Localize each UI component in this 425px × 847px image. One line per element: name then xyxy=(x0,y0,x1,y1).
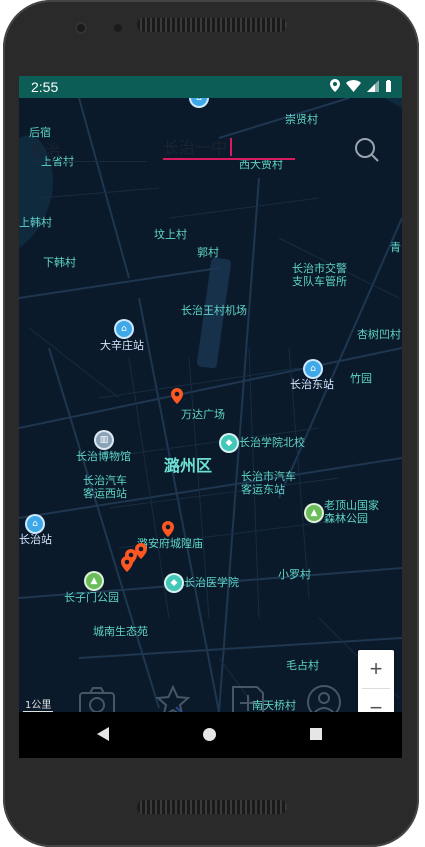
train-station-icon[interactable]: ⌂ xyxy=(27,516,43,532)
add-box-icon xyxy=(232,686,265,712)
star-icon xyxy=(155,685,191,712)
map-label-xueyuan-north: 长治学院北校 xyxy=(239,436,305,449)
map-label-guocun: 郭村 xyxy=(197,246,219,259)
map-label-bus-west: 长治汽车 客运西站 xyxy=(83,474,127,500)
bottom-speaker xyxy=(137,800,287,814)
back-icon[interactable] xyxy=(97,727,109,741)
map-label-medical: 长治医学院 xyxy=(184,576,239,589)
battery-icon xyxy=(386,79,391,92)
signal-icon xyxy=(367,79,379,92)
recent-apps-icon[interactable] xyxy=(310,728,322,740)
train-station-icon[interactable]: ⌂ xyxy=(305,361,321,377)
school-icon[interactable]: ◆ xyxy=(221,435,237,451)
location-pin-icon[interactable] xyxy=(171,388,183,404)
school-icon[interactable]: ◆ xyxy=(166,575,182,591)
tab-add[interactable] xyxy=(228,682,268,712)
search-icon[interactable] xyxy=(353,136,381,164)
map-label-jiaojing: 长治市交警 支队车管所 xyxy=(292,262,347,288)
proximity-sensor xyxy=(114,24,122,32)
front-camera xyxy=(75,22,87,34)
map-label-luzhou: 潞州区 xyxy=(164,456,213,475)
map-label-zhuyuan: 竹园 xyxy=(350,372,372,385)
camera-icon xyxy=(78,687,115,712)
map-label-changzhidong[interactable]: 长治东站 xyxy=(290,378,334,391)
map-label-dashenzhuang[interactable]: 大辛庄站 xyxy=(100,339,144,352)
museum-icon[interactable]: ▥ xyxy=(96,432,112,448)
map-label-xiahancun: 下韩村 xyxy=(43,256,76,269)
location-icon xyxy=(330,79,340,92)
bottom-tab-bar xyxy=(19,682,402,712)
system-nav-bar xyxy=(19,712,402,758)
map-label-changzhi-station[interactable]: 长治站 xyxy=(19,533,52,546)
home-icon[interactable] xyxy=(203,728,216,741)
map-label-donshangcun: 坟上村 xyxy=(154,228,187,241)
map-label-shanghancun: 上韩村 xyxy=(19,216,52,229)
wifi-icon xyxy=(346,79,361,92)
person-icon xyxy=(307,685,342,712)
zoom-control: + − xyxy=(358,650,394,712)
map-label-xingshu: 杏树凹村 xyxy=(357,328,401,341)
zoom-out-button[interactable]: − xyxy=(358,689,394,712)
status-time: 2:55 xyxy=(31,79,59,95)
location-pin-icon[interactable] xyxy=(162,521,174,537)
map-label-airport: 长治王村机场 xyxy=(181,304,247,317)
screen: 2:55 后宿 上省村 崇贤村 西大贾村 上韩村 下韩村 坟上村 郭村 长治市交… xyxy=(19,76,402,758)
tab-profile[interactable] xyxy=(304,682,344,712)
park-icon[interactable]: ▲ xyxy=(306,505,322,521)
map-label-qing: 青 xyxy=(390,241,401,254)
location-pin-icon[interactable] xyxy=(121,556,133,572)
map-label-bus-east: 长治市汽车 客运东站 xyxy=(241,470,296,496)
map-label-chengnan: 城南生态苑 xyxy=(93,625,148,638)
map-label-museum: 长治博物馆 xyxy=(76,450,131,463)
status-bar: 2:55 xyxy=(19,76,402,98)
park-icon[interactable]: ▲ xyxy=(86,573,102,589)
status-icons xyxy=(330,79,392,92)
map-label-xiaoluocun: 小罗村 xyxy=(278,568,311,581)
tab-camera[interactable] xyxy=(77,682,117,712)
map-label-chongxiancun: 崇贤村 xyxy=(285,113,318,126)
origin-input[interactable] xyxy=(29,136,147,162)
text-caret xyxy=(230,138,232,156)
map-label-maozhan: 毛占村 xyxy=(286,659,319,672)
map-label-wanda: 万达广场 xyxy=(181,408,225,421)
destination-input[interactable] xyxy=(163,134,295,160)
map-label-changzi-park: 长子门公园 xyxy=(64,591,119,604)
map-label-laodingshan: 老顶山国家 森林公园 xyxy=(324,499,379,525)
map-view[interactable]: 后宿 上省村 崇贤村 西大贾村 上韩村 下韩村 坟上村 郭村 长治市交警 支队车… xyxy=(19,98,402,712)
tab-favorites[interactable] xyxy=(153,682,193,712)
train-station-icon[interactable]: ⌂ xyxy=(116,321,132,337)
map-scale: 1公里 xyxy=(23,696,54,712)
top-speaker xyxy=(137,18,287,32)
zoom-in-button[interactable]: + xyxy=(358,650,394,688)
road-network xyxy=(19,98,402,712)
